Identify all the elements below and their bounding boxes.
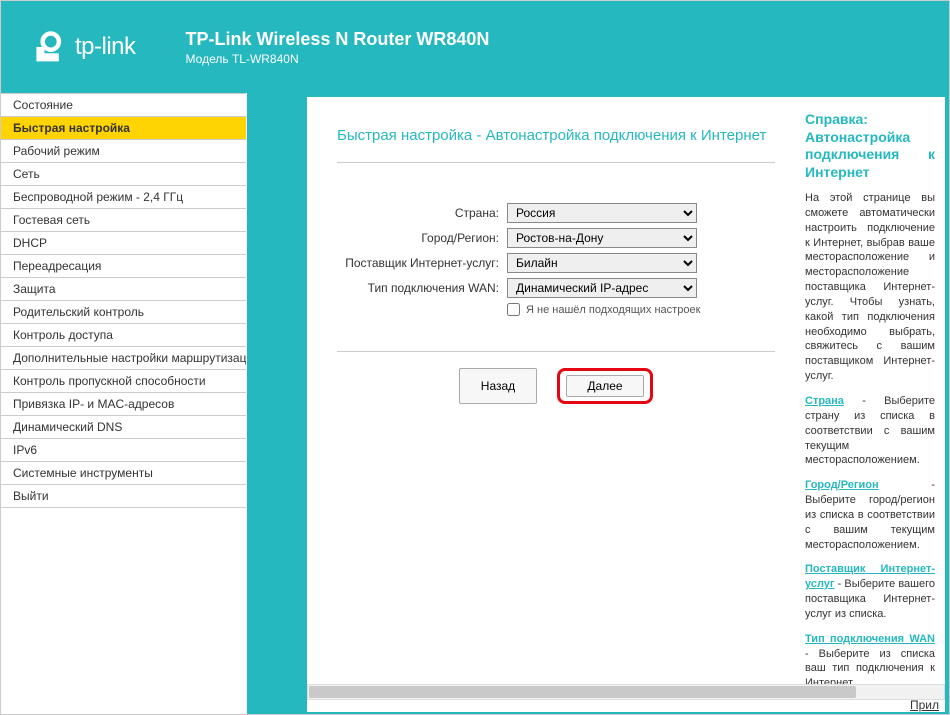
help-section-0: Страна - Выберите страну из списка в соо… xyxy=(805,394,935,468)
highlight-ring: Далее xyxy=(557,368,653,404)
header-titles: TP-Link Wireless N Router WR840N Модель … xyxy=(186,29,490,66)
label-not-found: Я не нашёл подходящих настроек xyxy=(526,304,700,316)
label-country: Страна: xyxy=(337,206,507,220)
sidebar-item-5[interactable]: Гостевая сеть xyxy=(1,208,246,232)
scrollbar-thumb[interactable] xyxy=(309,686,856,698)
truncated-link[interactable]: Прил xyxy=(910,698,945,712)
select-country[interactable]: Россия xyxy=(507,203,697,223)
sidebar-item-14[interactable]: Динамический DNS xyxy=(1,415,246,439)
brand-name: tp-link xyxy=(75,33,136,61)
help-section-1: Город/Регион - Выберите город/регион из … xyxy=(805,478,935,552)
help-intro: На этой странице вы сможете автоматическ… xyxy=(805,191,935,384)
back-button[interactable]: Назад xyxy=(459,368,537,404)
sidebar-item-3[interactable]: Сеть xyxy=(1,162,246,186)
product-subtitle: Модель TL-WR840N xyxy=(186,52,490,66)
select-city[interactable]: Ростов-на-Дону xyxy=(507,228,697,248)
sidebar-item-13[interactable]: Привязка IP- и MAC-адресов xyxy=(1,392,246,416)
sidebar-item-1[interactable]: Быстрая настройка xyxy=(1,116,246,140)
sidebar-nav: СостояниеБыстрая настройкаРабочий режимС… xyxy=(1,93,247,714)
help-panel: Справка: Автонастройка подключения к Инт… xyxy=(795,97,945,684)
sidebar-item-17[interactable]: Выйти xyxy=(1,484,246,508)
sidebar-item-6[interactable]: DHCP xyxy=(1,231,246,255)
checkbox-not-found[interactable] xyxy=(507,303,520,316)
sidebar-item-16[interactable]: Системные инструменты xyxy=(1,461,246,485)
select-isp[interactable]: Билайн xyxy=(507,253,697,273)
sidebar-item-0[interactable]: Состояние xyxy=(1,93,246,117)
help-term-2: Поставщик Интернет-услуг xyxy=(805,563,935,590)
main-panel: Быстрая настройка - Автонастройка подклю… xyxy=(307,97,795,684)
horizontal-scrollbar[interactable] xyxy=(307,684,945,700)
sidebar-item-2[interactable]: Рабочий режим xyxy=(1,139,246,163)
product-title: TP-Link Wireless N Router WR840N xyxy=(186,29,490,50)
help-term-3: Тип подключения WAN xyxy=(805,633,935,645)
sidebar-item-12[interactable]: Контроль пропускной способности xyxy=(1,369,246,393)
brand-logo: tp-link xyxy=(31,29,136,65)
sidebar-item-9[interactable]: Родительский контроль xyxy=(1,300,246,324)
divider xyxy=(337,351,775,352)
next-button[interactable]: Далее xyxy=(566,375,644,397)
sidebar-item-7[interactable]: Переадресация xyxy=(1,254,246,278)
bottom-bar: Прил xyxy=(307,684,945,712)
page-title: Быстрая настройка - Автонастройка подклю… xyxy=(337,127,775,163)
help-term-0: Страна xyxy=(805,395,844,407)
sidebar-item-11[interactable]: Дополнительные настройки маршрутизации xyxy=(1,346,246,370)
label-isp: Поставщик Интернет-услуг: xyxy=(337,256,507,270)
select-wan[interactable]: Динамический IP-адрес xyxy=(507,278,697,298)
label-wan: Тип подключения WAN: xyxy=(337,281,507,295)
sidebar-item-4[interactable]: Беспроводной режим - 2,4 ГГц xyxy=(1,185,246,209)
sidebar-item-8[interactable]: Защита xyxy=(1,277,246,301)
help-section-3: Тип подключения WAN - Выберите из списка… xyxy=(805,632,935,684)
label-city: Город/Регион: xyxy=(337,231,507,245)
tplink-logo-icon xyxy=(31,29,67,65)
help-term-1: Город/Регион xyxy=(805,479,879,491)
help-section-2: Поставщик Интернет-услуг - Выберите ваше… xyxy=(805,562,935,621)
quick-setup-form: Страна: Россия Город/Регион: Ростов-на-Д… xyxy=(337,203,775,316)
header: tp-link TP-Link Wireless N Router WR840N… xyxy=(1,1,949,93)
help-title: Справка: Автонастройка подключения к Инт… xyxy=(805,111,935,181)
sidebar-item-10[interactable]: Контроль доступа xyxy=(1,323,246,347)
sidebar-item-15[interactable]: IPv6 xyxy=(1,438,246,462)
